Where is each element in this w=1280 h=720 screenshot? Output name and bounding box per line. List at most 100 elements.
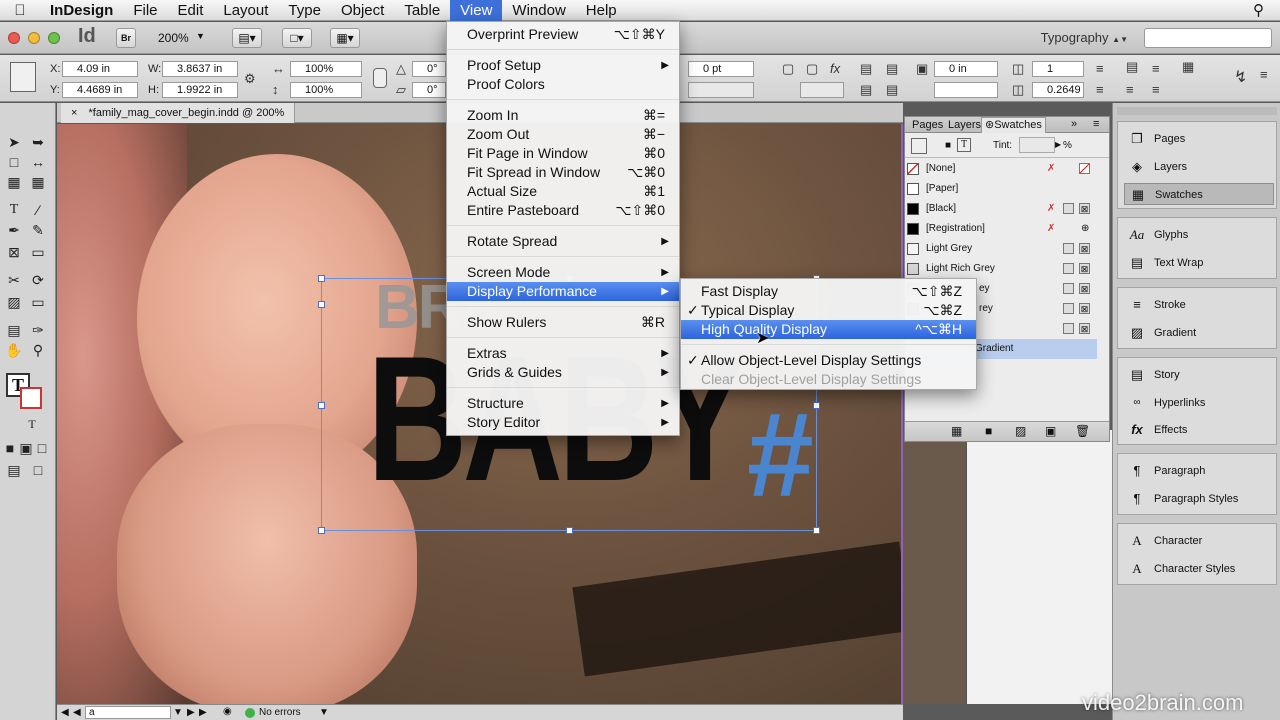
menu-item-high-quality-display[interactable]: High Quality Display ^⌥⌘H bbox=[681, 320, 976, 339]
tab-swatches[interactable]: ⊛Swatches bbox=[981, 117, 1046, 133]
swatch-row[interactable]: [Paper] bbox=[905, 179, 1097, 199]
page-tool-icon[interactable]: □ bbox=[4, 153, 24, 171]
y-field[interactable]: 4.4689 in bbox=[62, 82, 138, 98]
zoom-level[interactable]: 200% bbox=[158, 31, 189, 45]
dock-item-story[interactable]: ▤ Story bbox=[1124, 364, 1274, 386]
scale-x-field[interactable]: 100% bbox=[290, 61, 362, 77]
rectangle-tool-icon[interactable]: ▭ bbox=[28, 243, 48, 261]
content-collector-icon[interactable]: ▦ bbox=[4, 173, 24, 191]
frame-handle-br[interactable] bbox=[813, 527, 820, 534]
menu-item-zoom-in[interactable]: Zoom In ⌘= bbox=[447, 106, 679, 125]
menu-item-overprint-preview[interactable]: Overprint Preview ⌥⇧⌘Y bbox=[447, 25, 679, 44]
frame-handle-tl[interactable] bbox=[318, 275, 325, 282]
zoom-window-button[interactable] bbox=[48, 32, 60, 44]
menu-item-fit-spread[interactable]: Fit Spread in Window ⌥⌘0 bbox=[447, 163, 679, 182]
previous-page-icon[interactable]: ◀ bbox=[73, 707, 81, 718]
gradient-swatch-tool-icon[interactable]: ▨ bbox=[4, 293, 24, 311]
panel-menu-icon[interactable]: ≡ bbox=[1260, 67, 1268, 82]
close-window-button[interactable] bbox=[8, 32, 20, 44]
menu-item-entire-pasteboard[interactable]: Entire Pasteboard ⌥⇧⌘0 bbox=[447, 201, 679, 220]
arrange-documents-button[interactable]: ▦▾ bbox=[330, 28, 360, 48]
menu-type[interactable]: Type bbox=[278, 0, 331, 21]
opacity-field[interactable] bbox=[800, 82, 844, 98]
page-dropdown-icon[interactable]: ▼ bbox=[173, 707, 183, 718]
dock-grip[interactable] bbox=[1117, 107, 1277, 115]
dock-item-pages[interactable]: ❐ Pages bbox=[1124, 128, 1274, 150]
menu-help[interactable]: Help bbox=[576, 0, 627, 21]
text-swatch-icon[interactable]: T bbox=[957, 138, 971, 152]
preflight-dropdown-icon[interactable]: ▼ bbox=[319, 707, 329, 718]
tab-layers[interactable]: Layers bbox=[945, 118, 984, 132]
height-field[interactable]: 1.9922 in bbox=[162, 82, 238, 98]
direct-selection-tool-icon[interactable]: ➥ bbox=[28, 133, 48, 151]
pasteboard[interactable] bbox=[903, 430, 966, 704]
formatting-text-icon[interactable]: T bbox=[22, 415, 42, 433]
constrain-proportions-icon[interactable]: ⚙ bbox=[244, 71, 256, 87]
menu-item-typical-display[interactable]: ✓ Typical Display ⌥⌘Z bbox=[681, 301, 976, 320]
dock-item-glyphs[interactable]: Aa Glyphs bbox=[1124, 224, 1274, 246]
menu-item-structure[interactable]: Structure ▶ bbox=[447, 394, 679, 413]
minimize-window-button[interactable] bbox=[28, 32, 40, 44]
menu-item-show-rulers[interactable]: Show Rulers ⌘R bbox=[447, 313, 679, 332]
menu-item-actual-size[interactable]: Actual Size ⌘1 bbox=[447, 182, 679, 201]
wrap-bounding-icon[interactable]: ≡ bbox=[1126, 82, 1134, 97]
menu-view[interactable]: View bbox=[450, 0, 503, 21]
note-tool-icon[interactable]: ▤ bbox=[4, 321, 24, 339]
wrap-shape-icon[interactable]: ≡ bbox=[1152, 82, 1160, 97]
bridge-button[interactable]: Br bbox=[116, 28, 136, 48]
eyedropper-tool-icon[interactable]: ✑ bbox=[28, 321, 48, 339]
dock-item-layers[interactable]: ◈ Layers bbox=[1124, 156, 1274, 178]
dock-item-paragraph-styles[interactable]: ¶ Paragraph Styles bbox=[1124, 488, 1274, 510]
paragraph-align-icon[interactable]: ≡ bbox=[1152, 61, 1160, 76]
spotlight-search-icon[interactable]: ⚲ bbox=[1253, 1, 1264, 19]
line-tool-icon[interactable]: ∕ bbox=[28, 201, 48, 219]
apple-icon[interactable]:  bbox=[0, 2, 40, 19]
zoom-tool-icon[interactable]: ⚲ bbox=[28, 341, 48, 359]
menu-item-zoom-out[interactable]: Zoom Out ⌘− bbox=[447, 125, 679, 144]
justify-vertical-icon[interactable]: ▤ bbox=[886, 82, 898, 98]
preflight-icon[interactable]: ◉ bbox=[223, 706, 232, 717]
frame-handle-bl[interactable] bbox=[318, 527, 325, 534]
menu-item-proof-setup[interactable]: Proof Setup ▶ bbox=[447, 56, 679, 75]
swatch-row[interactable]: Light Rich Grey ⊠ bbox=[905, 259, 1097, 279]
link-scale-icon[interactable] bbox=[373, 68, 387, 88]
dock-item-character-styles[interactable]: A Character Styles bbox=[1124, 558, 1274, 580]
text-align-left-icon[interactable]: ≡ bbox=[1096, 61, 1104, 76]
collapse-panel-icon[interactable]: » bbox=[1071, 118, 1077, 130]
tab-pages[interactable]: Pages bbox=[909, 118, 946, 132]
dock-item-character[interactable]: A Character bbox=[1124, 530, 1274, 552]
menu-file[interactable]: File bbox=[123, 0, 167, 21]
inset-field[interactable]: 0 in bbox=[934, 61, 998, 77]
fill-frame-icon[interactable]: ▢ bbox=[782, 61, 794, 77]
rotate-field[interactable]: 0° bbox=[412, 61, 446, 77]
stroke-weight-field[interactable]: 0 pt bbox=[688, 61, 754, 77]
scissors-tool-icon[interactable]: ✂ bbox=[4, 271, 24, 289]
show-color-swatches-icon[interactable]: ■ bbox=[985, 424, 992, 438]
menu-item-fast-display[interactable]: Fast Display ⌥⇧⌘Z bbox=[681, 282, 976, 301]
content-placer-icon[interactable]: ▦ bbox=[28, 173, 48, 191]
view-options-button[interactable]: ▤▾ bbox=[232, 28, 262, 48]
gap-tool-icon[interactable]: ↔ bbox=[28, 153, 48, 171]
rectangle-frame-tool-icon[interactable]: ⊠ bbox=[4, 243, 24, 261]
scale-y-field[interactable]: 100% bbox=[290, 82, 362, 98]
swatch-row[interactable]: [Registration] ✗ ⊕ bbox=[905, 219, 1097, 239]
free-transform-tool-icon[interactable]: ⟳ bbox=[28, 271, 48, 289]
menu-item-display-performance[interactable]: Display Performance ▶ bbox=[447, 282, 679, 301]
auto-fit-icon[interactable]: ▦ bbox=[1182, 59, 1194, 75]
menu-item-screen-mode[interactable]: Screen Mode ▶ bbox=[447, 263, 679, 282]
stroke-type-field[interactable] bbox=[688, 82, 754, 98]
tint-field[interactable] bbox=[1019, 137, 1055, 153]
menu-item-story-editor[interactable]: Story Editor ▶ bbox=[447, 413, 679, 432]
menu-app[interactable]: InDesign bbox=[40, 0, 123, 21]
swatch-row[interactable]: [None] ✗ bbox=[905, 159, 1097, 179]
document-tab[interactable]: × *family_mag_cover_begin.indd @ 200% bbox=[61, 103, 296, 123]
dock-item-effects[interactable]: fx Effects bbox=[1124, 419, 1274, 441]
align-center-icon[interactable]: ▤ bbox=[886, 61, 898, 77]
menu-window[interactable]: Window bbox=[502, 0, 575, 21]
screen-mode-button[interactable]: □▾ bbox=[282, 28, 312, 48]
zoom-dropdown-icon[interactable]: ▼ bbox=[196, 31, 205, 41]
delete-swatch-icon[interactable]: 🗑 bbox=[1075, 424, 1090, 438]
dock-item-stroke[interactable]: ≡ Stroke bbox=[1124, 294, 1274, 316]
close-tab-icon[interactable]: × bbox=[71, 107, 77, 119]
gutter-field[interactable]: 0.2649 bbox=[1032, 82, 1084, 98]
